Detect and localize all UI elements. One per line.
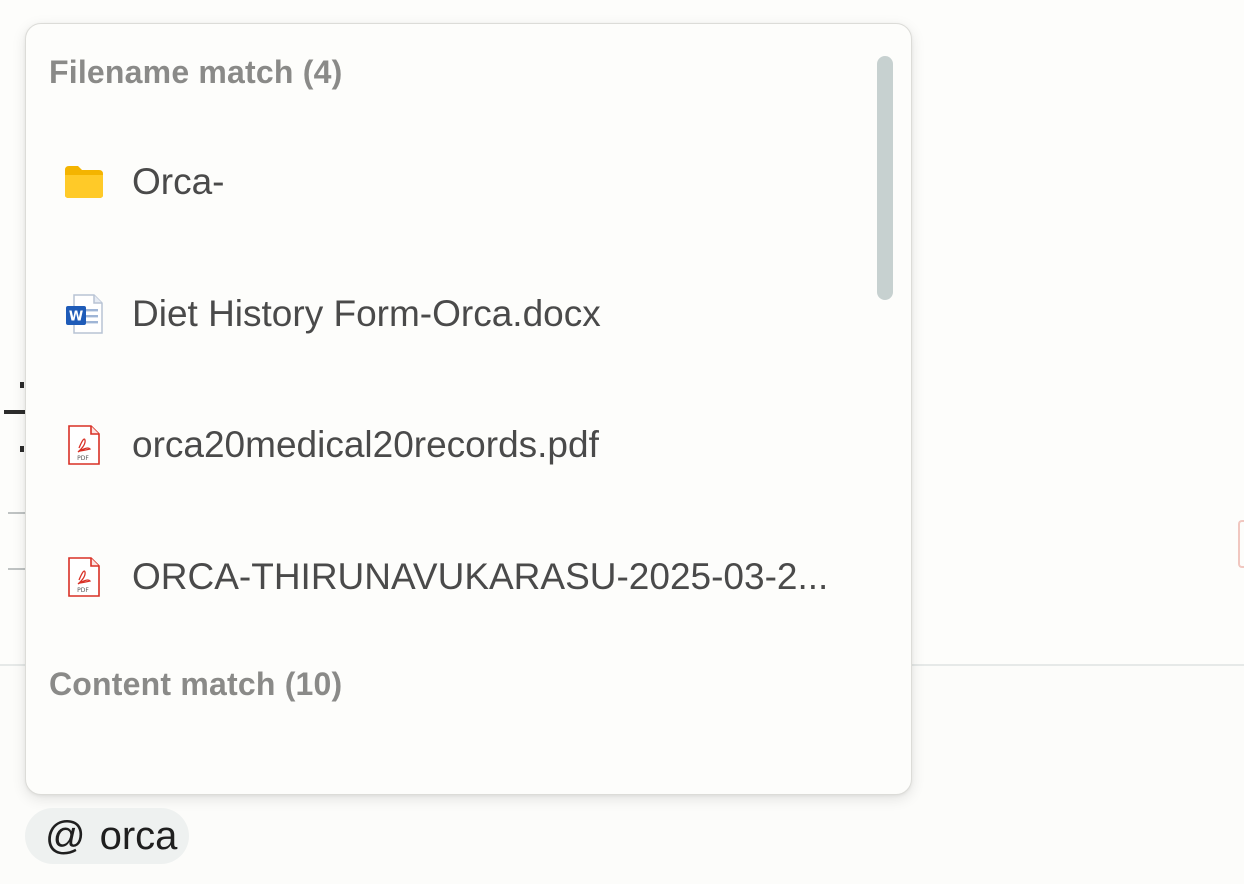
background-mark [4,410,26,414]
mention-query-text: orca [99,813,178,858]
svg-text:W: W [69,310,83,325]
background-mark [20,382,24,388]
filename-match-heading: Filename match (4) [49,54,343,90]
pdf-icon: PDF [62,423,106,467]
suggestion-item-pdf[interactable]: PDF ORCA-THIRUNAVUKARASU-2025-03-2... [26,522,866,632]
svg-text:PDF: PDF [77,455,89,462]
suggestion-item-folder[interactable]: Orca- [26,127,866,237]
content-match-heading: Content match (10) [49,666,343,702]
svg-text:PDF: PDF [77,587,89,594]
pdf-icon: PDF [62,555,106,599]
at-symbol-icon: @ [45,813,86,858]
background-edge-control [1238,520,1244,568]
suggestion-item-label: Diet History Form-Orca.docx [132,293,601,334]
mention-query-chip[interactable]: @ orca [25,808,190,864]
suggestion-item-docx[interactable]: W Diet History Form-Orca.docx [26,259,866,369]
mention-suggestions-popup: Filename match (4) Orca- W Diet History … [25,23,912,795]
suggestion-item-label: orca20medical20records.pdf [132,424,599,465]
screen: Filename match (4) Orca- W Diet History … [0,0,1244,884]
suggestion-item-label: ORCA-THIRUNAVUKARASU-2025-03-2... [132,556,829,597]
folder-icon [62,160,106,204]
popup-scrollbar[interactable] [877,56,893,300]
suggestion-item-label: Orca- [132,161,225,202]
background-mark [20,446,24,452]
suggestion-item-pdf[interactable]: PDF orca20medical20records.pdf [26,390,866,500]
word-document-icon: W [62,292,106,336]
